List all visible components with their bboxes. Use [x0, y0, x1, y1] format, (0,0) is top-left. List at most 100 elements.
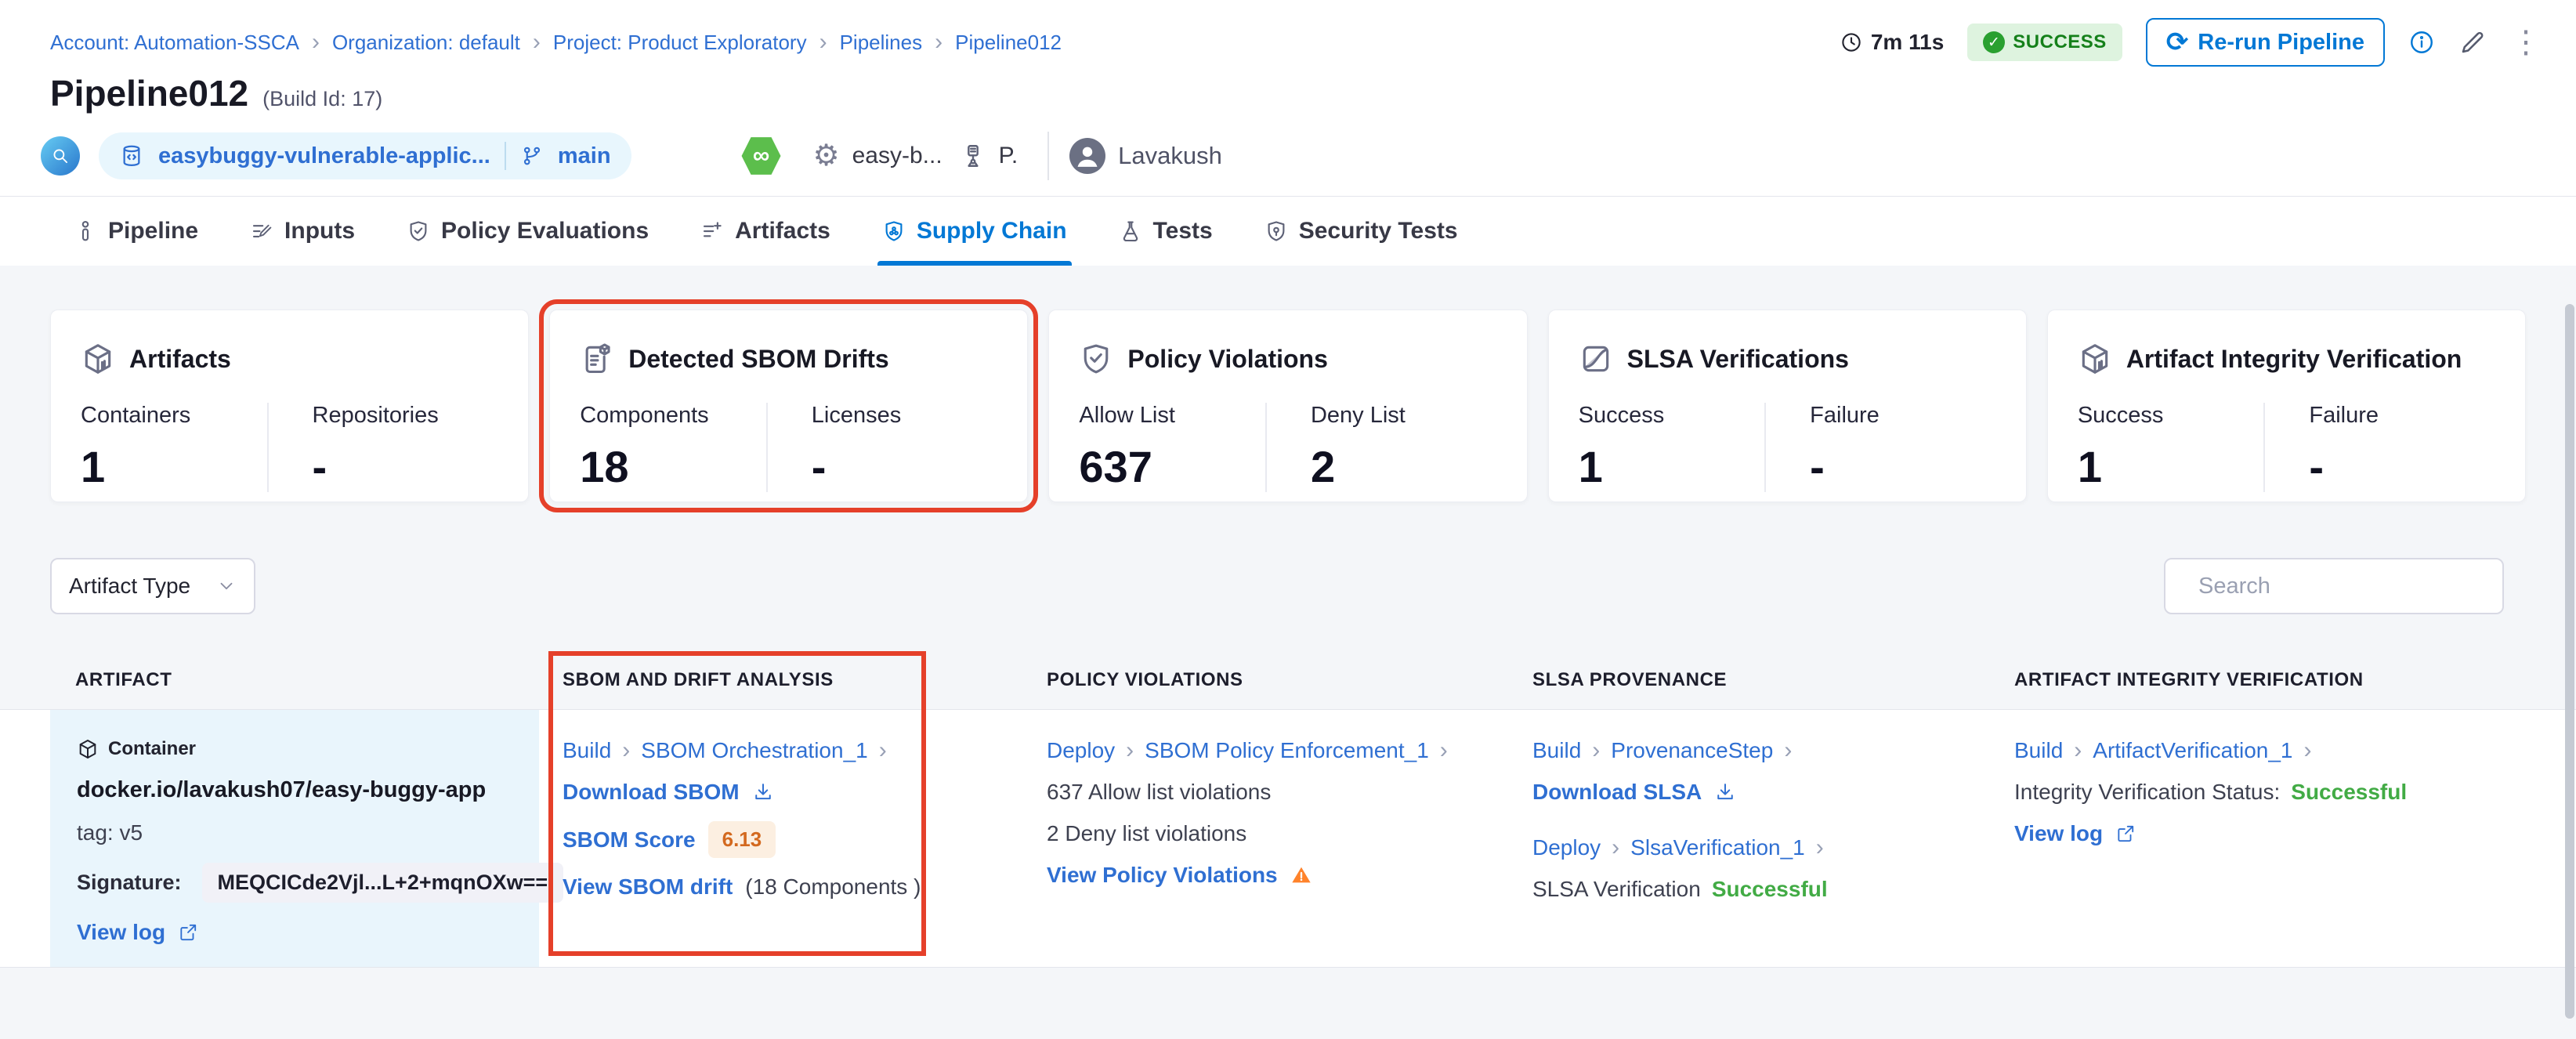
- title-row: Pipeline012 (Build Id: 17): [50, 72, 382, 114]
- repository-icon: [119, 143, 144, 168]
- stat-label: Licenses: [812, 403, 998, 429]
- view-sbom-drift-link[interactable]: View SBOM drift: [563, 874, 733, 900]
- sbom-score-link[interactable]: SBOM Score: [563, 827, 696, 853]
- chevron-right-icon: ›: [879, 739, 887, 762]
- stat-value: -: [2309, 441, 2495, 492]
- tab-tests[interactable]: Tests: [1119, 197, 1213, 266]
- scrollbar[interactable]: [2565, 304, 2574, 1019]
- stage-link[interactable]: Build: [2014, 738, 2063, 763]
- step-link[interactable]: ProvenanceStep: [1611, 738, 1773, 763]
- chevron-right-icon: ›: [819, 31, 827, 54]
- stat-label: Containers: [81, 403, 267, 429]
- artifact-type-select[interactable]: Artifact Type: [50, 558, 255, 614]
- step-link[interactable]: ArtifactVerification_1: [2093, 738, 2292, 763]
- more-options-icon[interactable]: ⋮: [2510, 30, 2542, 55]
- view-log-link[interactable]: View log: [77, 920, 165, 945]
- view-log-link[interactable]: View log: [2014, 821, 2103, 846]
- avatar: [1069, 138, 1105, 174]
- stat-value: 1: [1579, 441, 1765, 492]
- card-slsa-verifications: SLSA Verifications Success1 Failure-: [1548, 310, 2027, 502]
- stage-link[interactable]: Build: [1532, 738, 1581, 763]
- integrity-status-label: Integrity Verification Status:: [2014, 780, 2280, 805]
- tab-bar: Pipeline Inputs Policy Evaluations Artif…: [0, 196, 2576, 266]
- stage-link[interactable]: Build: [563, 738, 611, 763]
- shield-check-icon: [407, 219, 430, 243]
- download-icon: [1714, 781, 1736, 803]
- rerun-pipeline-button[interactable]: ⟳ Re-run Pipeline: [2146, 18, 2385, 67]
- stat-label: Success: [2078, 403, 2264, 429]
- tab-policy-evaluations[interactable]: Policy Evaluations: [407, 197, 649, 266]
- step-link[interactable]: SBOM Orchestration_1: [641, 738, 867, 763]
- chevron-right-icon: ›: [2304, 739, 2312, 762]
- stage-link[interactable]: Deploy: [1047, 738, 1115, 763]
- drift-component-count: (18 Components ): [745, 874, 921, 900]
- cube-icon: [81, 342, 115, 376]
- tab-inputs[interactable]: Inputs: [250, 197, 355, 266]
- table-header-row: ARTIFACT SBOM AND DRIFT ANALYSIS POLICY …: [50, 651, 2526, 709]
- integrity-status-value: Successful: [2291, 780, 2407, 805]
- signature-value-chip: MEQCICde2Vjl...L+2+mqnOXw==: [202, 863, 564, 903]
- ci-hexagon-icon: ∞: [741, 136, 782, 176]
- trigger-name: easy-b...: [852, 143, 942, 169]
- sbom-drift-cell: Build › SBOM Orchestration_1 › Download …: [539, 710, 1023, 967]
- tab-artifacts[interactable]: Artifacts: [700, 197, 830, 266]
- card-artifacts: Artifacts Containers1 Repositories-: [50, 310, 529, 502]
- repo-name: easybuggy-vulnerable-applic...: [158, 143, 490, 169]
- stat-divider: [2263, 403, 2265, 492]
- page-title: Pipeline012: [50, 72, 248, 114]
- chevron-right-icon: ›: [1784, 739, 1792, 762]
- breadcrumb-pipelines[interactable]: Pipelines: [840, 31, 923, 55]
- allow-list-violations: 637 Allow list violations: [1047, 780, 1271, 805]
- breadcrumb-project[interactable]: Project: Product Exploratory: [553, 31, 807, 55]
- breadcrumb-organization[interactable]: Organization: default: [332, 31, 520, 55]
- info-icon[interactable]: [2408, 29, 2435, 56]
- view-policy-violations-link[interactable]: View Policy Violations: [1047, 863, 1278, 888]
- meta-divider: [1047, 132, 1049, 180]
- breadcrumb-account[interactable]: Account: Automation-SSCA: [50, 31, 299, 55]
- stat-divider: [1764, 403, 1766, 492]
- cube-icon: [2078, 342, 2112, 376]
- execution-meta-row: easybuggy-vulnerable-applic... main ∞ ⚙ …: [41, 130, 2526, 182]
- repo-branch-chip[interactable]: easybuggy-vulnerable-applic... main: [99, 132, 631, 179]
- slsa-status-value: Successful: [1712, 877, 1828, 902]
- download-sbom-link[interactable]: Download SBOM: [563, 780, 740, 805]
- download-slsa-link[interactable]: Download SLSA: [1532, 780, 1702, 805]
- status-badge: ✓ SUCCESS: [1967, 24, 2122, 61]
- stat-value: 637: [1079, 441, 1265, 492]
- stage-link[interactable]: Deploy: [1532, 835, 1601, 860]
- supply-chain-shield-icon: [882, 219, 906, 243]
- execution-duration: 7m 11s: [1840, 30, 1944, 55]
- card-detected-sbom-drifts: Detected SBOM Drifts Components18 Licens…: [549, 310, 1028, 502]
- artifact-type-chip: Container: [108, 738, 196, 760]
- chevron-right-icon: ›: [1612, 836, 1619, 860]
- chevron-right-icon: ›: [1126, 739, 1134, 762]
- artifact-image-name: docker.io/lavakush07/easy-buggy-app: [77, 777, 486, 803]
- pill-divider: [505, 142, 506, 170]
- shield-check-icon: [1079, 342, 1113, 376]
- flask-icon: [1119, 219, 1142, 243]
- clock-icon: [1840, 31, 1863, 54]
- inputs-icon: [250, 219, 273, 243]
- table-row: Container docker.io/lavakush07/easy-bugg…: [0, 709, 2576, 968]
- tab-supply-chain[interactable]: Supply Chain: [882, 197, 1067, 266]
- step-link[interactable]: SBOM Policy Enforcement_1: [1145, 738, 1429, 763]
- git-branch-icon: [520, 144, 544, 168]
- deny-list-violations: 2 Deny list violations: [1047, 821, 1246, 846]
- edit-pencil-icon[interactable]: [2458, 28, 2487, 56]
- search-input[interactable]: [2197, 573, 2495, 600]
- artifact-cell: Container docker.io/lavakush07/easy-bugg…: [50, 710, 539, 967]
- summary-cards-row: Artifacts Containers1 Repositories- Dete…: [50, 310, 2526, 502]
- sbom-score-badge: 6.13: [708, 821, 776, 858]
- header-actions: 7m 11s ✓ SUCCESS ⟳ Re-run Pipeline ⋮: [1840, 18, 2542, 67]
- step-link[interactable]: SlsaVerification_1: [1630, 835, 1805, 860]
- trigger-gear-icon: ⚙: [813, 141, 840, 171]
- policy-violations-cell: Deploy › SBOM Policy Enforcement_1 › 637…: [1023, 710, 1509, 967]
- chevron-right-icon: ›: [1440, 739, 1448, 762]
- rerun-label: Re-run Pipeline: [2198, 30, 2364, 56]
- tab-pipeline[interactable]: Pipeline: [74, 197, 198, 266]
- chevron-right-icon: ›: [1816, 836, 1824, 860]
- breadcrumb-current[interactable]: Pipeline012: [955, 31, 1062, 55]
- chevron-right-icon: ›: [1592, 739, 1600, 762]
- tab-security-tests[interactable]: Security Tests: [1264, 197, 1458, 266]
- execution-source-icon: [41, 136, 80, 176]
